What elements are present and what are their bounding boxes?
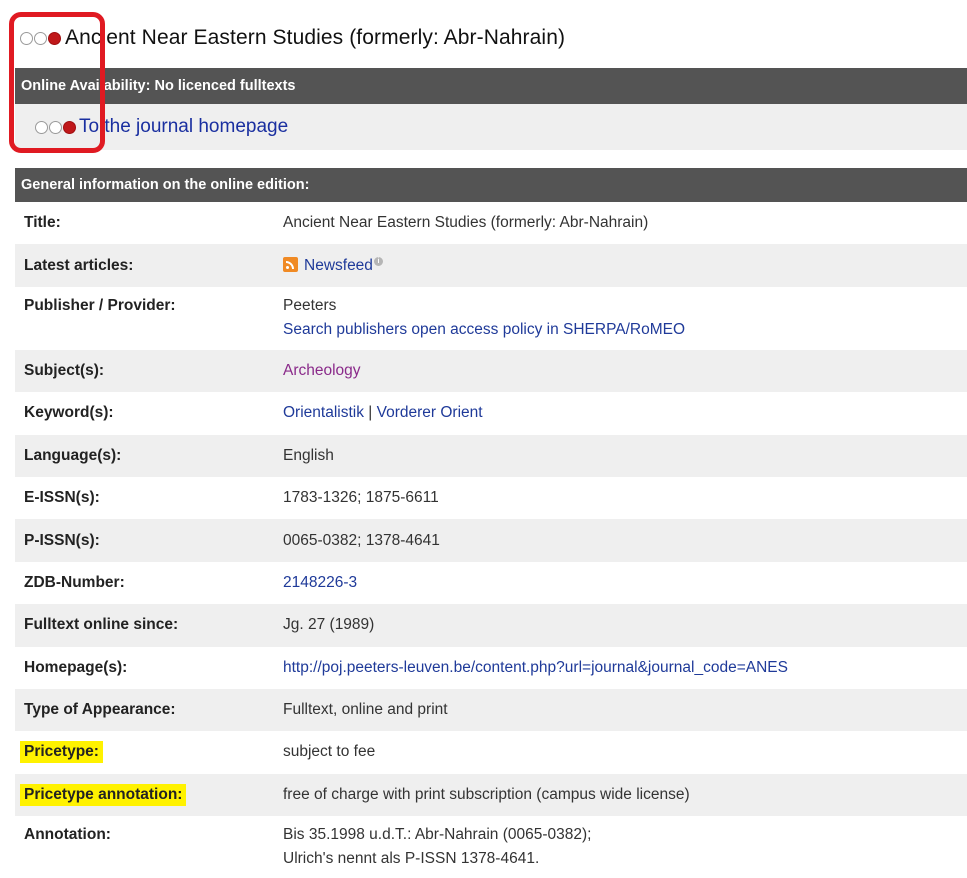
table-row: Latest articles: Newsfeed i	[15, 244, 967, 287]
general-information-bar: General information on the online editio…	[15, 168, 967, 202]
annotation-line-2: Ulrich's nennt als P-ISSN 1378-4641.	[283, 850, 540, 868]
table-row: Title: Ancient Near Eastern Studies (for…	[15, 202, 967, 244]
annotation-highlight-box	[9, 12, 105, 153]
journal-homepage-row: To the journal homepage	[15, 104, 967, 150]
annotation-label: Annotation:	[24, 826, 111, 844]
appearance-value: Fulltext, online and print	[283, 701, 448, 719]
subjects-label: Subject(s):	[24, 361, 105, 379]
zdb-number-label: ZDB-Number:	[24, 573, 125, 591]
newsfeed-link[interactable]: Newsfeed	[304, 257, 373, 274]
publisher-value: Peeters	[283, 296, 337, 314]
annotation-line-1: Bis 35.1998 u.d.T.: Abr-Nahrain (0065-03…	[283, 826, 592, 844]
pricetype-value: subject to fee	[283, 743, 376, 761]
keywords-label: Keyword(s):	[24, 404, 114, 422]
table-row: ZDB-Number: 2148226-3	[15, 562, 967, 604]
table-row: Fulltext online since: Jg. 27 (1989)	[15, 604, 967, 647]
eissn-value: 1783-1326; 1875-6611	[283, 489, 439, 507]
table-row: Language(s): English	[15, 434, 967, 477]
language-label: Language(s):	[24, 446, 122, 464]
pricetype-annotation-value: free of charge with print subscription (…	[283, 785, 690, 803]
online-availability-bar: Online Availability: No licenced fulltex…	[15, 68, 967, 104]
rss-feed-icon[interactable]	[283, 256, 298, 272]
table-row: E-ISSN(s): 1783-1326; 1875-6611	[15, 477, 967, 519]
fulltext-since-value: Jg. 27 (1989)	[283, 616, 375, 634]
latest-articles-label: Latest articles:	[24, 256, 134, 274]
zdb-number-link[interactable]: 2148226-3	[283, 574, 357, 591]
keyword-separator: |	[368, 404, 373, 422]
keyword-orientalistik-link[interactable]: Orientalistik	[283, 404, 364, 421]
table-row: Publisher / Provider: Peeters Search pub…	[15, 287, 967, 350]
journal-homepage-link[interactable]: To the journal homepage	[79, 116, 288, 138]
pissn-label: P-ISSN(s):	[24, 531, 100, 549]
table-row: Pricetype: subject to fee	[15, 731, 967, 773]
table-row: Homepage(s): http://poj.peeters-leuven.b…	[15, 647, 967, 689]
pricetype-annotation-label: Pricetype annotation:	[20, 783, 187, 806]
table-row: Annotation: Bis 35.1998 u.d.T.: Abr-Nahr…	[15, 816, 967, 878]
title-value: Ancient Near Eastern Studies (formerly: …	[283, 214, 649, 232]
info-icon[interactable]: i	[373, 256, 383, 266]
table-row: Keyword(s): Orientalistik | Vorderer Ori…	[15, 392, 967, 434]
journal-info-table: Title: Ancient Near Eastern Studies (for…	[15, 202, 967, 878]
fulltext-since-label: Fulltext online since:	[24, 616, 179, 634]
table-row: Pricetype annotation: free of charge wit…	[15, 773, 967, 817]
sherpa-romeo-link[interactable]: Search publishers open access policy in …	[283, 321, 967, 339]
table-row: Subject(s): Archeology	[15, 349, 967, 393]
title-label: Title:	[24, 214, 61, 232]
homepage-url-link[interactable]: http://poj.peeters-leuven.be/content.php…	[283, 659, 788, 676]
eissn-label: E-ISSN(s):	[24, 489, 100, 507]
journal-title: Ancient Near Eastern Studies (formerly: …	[65, 26, 566, 49]
language-value: English	[283, 446, 334, 464]
appearance-label: Type of Appearance:	[24, 701, 176, 719]
keyword-vorderer-orient-link[interactable]: Vorderer Orient	[377, 404, 483, 421]
table-row: P-ISSN(s): 0065-0382; 1378-4641	[15, 519, 967, 562]
pricetype-label: Pricetype:	[20, 741, 103, 764]
table-row: Type of Appearance: Fulltext, online and…	[15, 688, 967, 732]
publisher-label: Publisher / Provider:	[24, 296, 176, 314]
homepages-label: Homepage(s):	[24, 658, 128, 676]
subject-archeology-link[interactable]: Archeology	[283, 362, 361, 379]
pissn-value: 0065-0382; 1378-4641	[283, 531, 440, 549]
